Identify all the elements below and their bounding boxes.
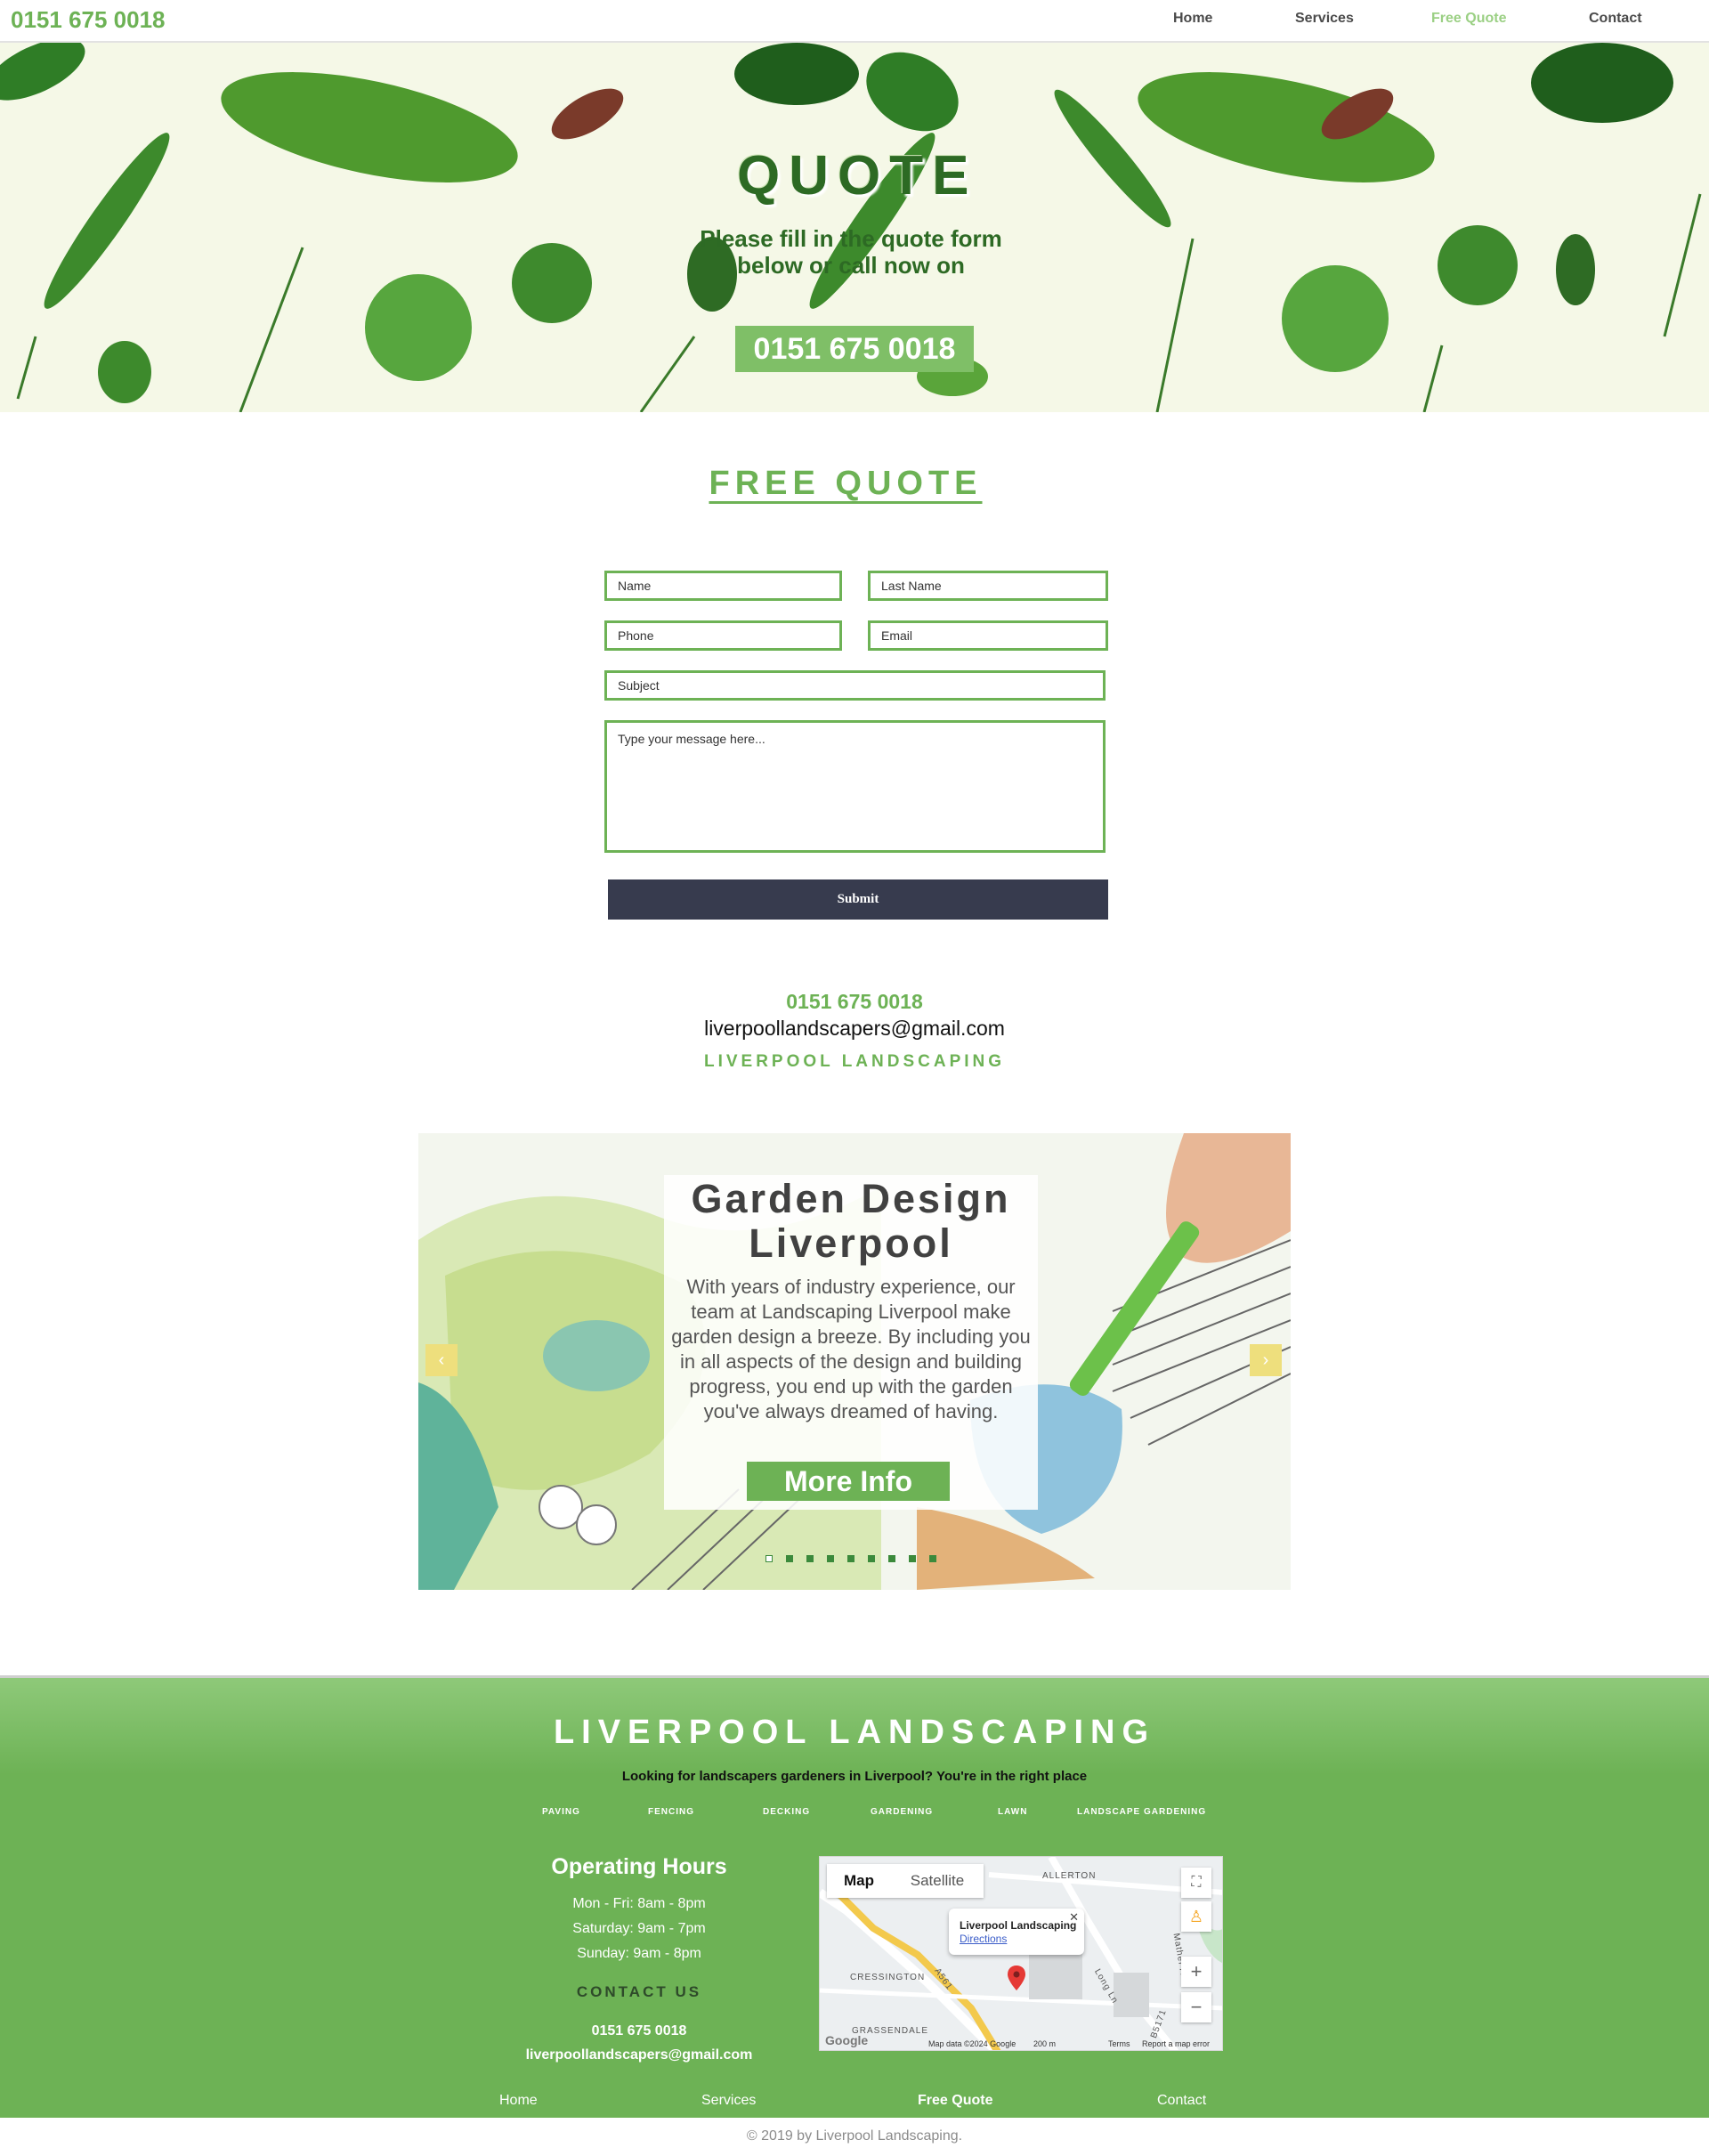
hours-weekday: Mon - Fri: 8am - 8pm	[572, 1896, 706, 1911]
footer-email[interactable]: liverpoollandscapers@gmail.com	[454, 2047, 824, 2063]
footer-service-lawn[interactable]: LAWN	[998, 1807, 1027, 1817]
page: 0151 675 0018 Home Services Free Quote C…	[0, 0, 1709, 2156]
map-directions-link[interactable]: Directions	[960, 1933, 1007, 1945]
subject-field[interactable]	[604, 670, 1106, 701]
footer: LIVERPOOL LANDSCAPING Looking for landsc…	[0, 1675, 1709, 2118]
map-type-tabs: Map Satellite	[827, 1864, 984, 1898]
slide-title: Garden Design Liverpool	[691, 1176, 1011, 1266]
email-input[interactable]	[871, 623, 1106, 648]
hero-banner: QUOTE Please fill in the quote form belo…	[0, 43, 1709, 412]
message-field[interactable]	[604, 720, 1106, 853]
hero-title: QUOTE	[737, 145, 978, 207]
footer-nav-services[interactable]: Services	[701, 2093, 756, 2109]
map-tab-map[interactable]: Map	[827, 1864, 891, 1898]
map-label-cressington: CRESSINGTON	[850, 1973, 926, 1982]
footer-phone[interactable]: 0151 675 0018	[498, 2023, 780, 2039]
footer-service-landscape-gardening[interactable]: LANDSCAPE GARDENING	[1077, 1807, 1206, 1817]
hero-phone-button[interactable]: 0151 675 0018	[735, 326, 974, 372]
top-bar: 0151 675 0018 Home Services Free Quote C…	[0, 0, 1709, 43]
footer-service-paving[interactable]: PAVING	[542, 1807, 580, 1817]
contact-brand: LIVERPOOL LANDSCAPING	[703, 1052, 1006, 1071]
hours-sunday: Sunday: 9am - 8pm	[577, 1946, 701, 1961]
google-logo: Google	[825, 2033, 869, 2047]
slider-dot[interactable]	[806, 1555, 814, 1562]
slider-dot[interactable]	[868, 1555, 875, 1562]
map-pegman-icon[interactable]: ♙	[1181, 1901, 1211, 1932]
map-pin-icon[interactable]	[1008, 1966, 1025, 1990]
garden-design-slider: Garden Design Liverpool With years of in…	[418, 1133, 1291, 1590]
name-field[interactable]	[604, 571, 842, 601]
last-name-input[interactable]	[871, 573, 1106, 598]
slider-dot[interactable]	[929, 1555, 936, 1562]
slider-dot[interactable]	[847, 1555, 854, 1562]
hours-saturday: Saturday: 9am - 7pm	[572, 1921, 706, 1936]
operating-hours-title: Operating Hours	[551, 1854, 727, 1879]
submit-button[interactable]: Submit	[608, 879, 1108, 920]
slide-card: Garden Design Liverpool With years of in…	[664, 1175, 1038, 1510]
slider-dot[interactable]	[909, 1555, 916, 1562]
contact-us-title: CONTACT US	[576, 1983, 702, 2000]
copyright: © 2019 by Liverpool Landscaping.	[746, 2128, 963, 2144]
map-zoom-out-icon[interactable]: −	[1181, 1992, 1211, 2022]
map-tab-satellite[interactable]: Satellite	[891, 1864, 984, 1898]
email-field[interactable]	[868, 620, 1108, 651]
contact-email[interactable]: liverpoollandscapers@gmail.com	[641, 1017, 1068, 1041]
prev-slide-arrow-icon[interactable]: ‹	[425, 1344, 458, 1376]
last-name-field[interactable]	[868, 571, 1108, 601]
next-slide-arrow-icon[interactable]: ›	[1250, 1344, 1282, 1376]
map-label-allerton: ALLERTON	[1042, 1871, 1097, 1881]
subject-input[interactable]	[607, 673, 1103, 698]
map-popup-close-icon[interactable]: ✕	[1069, 1910, 1079, 1925]
map-zoom-in-icon[interactable]: +	[1181, 1957, 1211, 1987]
map-fullscreen-icon[interactable]: ⛶	[1181, 1868, 1211, 1898]
header-phone-link[interactable]: 0151 675 0018	[11, 6, 166, 34]
nav-free-quote[interactable]: Free Quote	[1431, 11, 1506, 27]
footer-nav-home[interactable]: Home	[499, 2093, 538, 2109]
map-info-popup: Liverpool Landscaping Directions ✕	[949, 1909, 1084, 1955]
slider-dot[interactable]	[765, 1555, 773, 1562]
nav-services[interactable]: Services	[1295, 11, 1354, 27]
footer-service-gardening[interactable]: GARDENING	[871, 1807, 933, 1817]
more-info-button[interactable]: More Info	[747, 1462, 950, 1501]
slider-dot[interactable]	[827, 1555, 834, 1562]
phone-field[interactable]	[604, 620, 842, 651]
nav-contact[interactable]: Contact	[1589, 11, 1642, 27]
nav-home[interactable]: Home	[1173, 11, 1212, 27]
footer-service-fencing[interactable]: FENCING	[648, 1807, 694, 1817]
name-input[interactable]	[607, 573, 839, 598]
footer-tagline: Looking for landscapers gardeners in Liv…	[621, 1769, 1088, 1784]
slider-dot[interactable]	[888, 1555, 895, 1562]
footer-service-decking[interactable]: DECKING	[763, 1807, 810, 1817]
map-report-error-link[interactable]: Report a map error	[1142, 2039, 1210, 2048]
hero-subtitle: Please fill in the quote form below or c…	[700, 225, 1002, 279]
slide-text: With years of industry experience, our t…	[671, 1276, 1031, 1422]
footer-nav-contact[interactable]: Contact	[1157, 2093, 1206, 2109]
map-scale: 200 m	[1033, 2039, 1057, 2048]
map-popup-title: Liverpool Landscaping	[960, 1919, 1077, 1932]
slider-dot[interactable]	[786, 1555, 793, 1562]
google-map[interactable]: Map Satellite ALLERTON CRESSINGTON GRASS…	[819, 1856, 1223, 2051]
map-data-credit: Map data ©2024 Google	[928, 2039, 1016, 2048]
message-textarea[interactable]	[607, 723, 1103, 850]
footer-title: LIVERPOOL LANDSCAPING	[553, 1714, 1156, 1751]
contact-phone[interactable]: 0151 675 0018	[676, 990, 1033, 1014]
phone-input[interactable]	[607, 623, 839, 648]
free-quote-heading: FREE QUOTE	[709, 465, 983, 502]
footer-nav-free-quote[interactable]: Free Quote	[918, 2093, 992, 2109]
map-terms-link[interactable]: Terms	[1108, 2039, 1130, 2048]
